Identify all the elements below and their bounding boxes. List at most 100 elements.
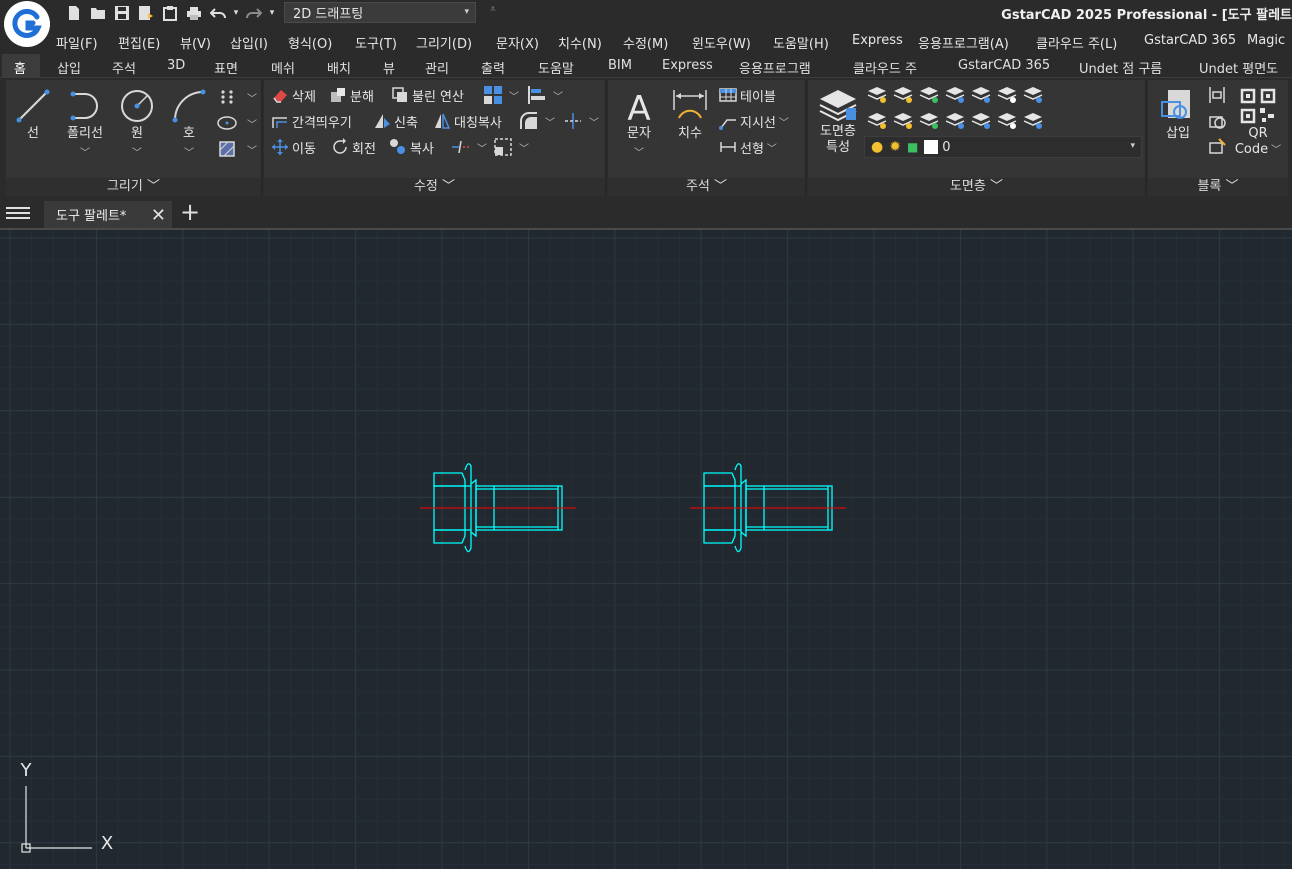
tab-undet-floor-plan[interactable]: Undet 평면도 bbox=[1199, 58, 1278, 77]
chevron-down-icon[interactable]: ﹀ bbox=[247, 116, 257, 131]
tab-undet-point-cloud[interactable]: Undet 점 구름 bbox=[1079, 58, 1162, 77]
bolt-2-hex-top[interactable] bbox=[703, 472, 736, 487]
menu-express[interactable]: Express bbox=[852, 33, 903, 48]
save-as-icon[interactable] bbox=[134, 2, 158, 24]
chevron-down-icon[interactable]: ﹀ bbox=[779, 114, 789, 129]
block-edit-icon[interactable] bbox=[1206, 110, 1228, 132]
tab-document[interactable]: 도구 팔레트* ✕ bbox=[44, 201, 172, 228]
arc-button[interactable]: 호 ﹀ bbox=[168, 86, 210, 159]
menu-help[interactable]: 도움말(H) bbox=[773, 33, 829, 52]
lightbulb-icon[interactable]: ● bbox=[871, 139, 883, 155]
panel-annotation-title[interactable]: 주석 ﹀ bbox=[608, 178, 805, 196]
workspace-select[interactable]: 2D 드래프팅 ▾ bbox=[284, 2, 476, 23]
chevron-down-icon[interactable]: ﹀ bbox=[116, 144, 158, 159]
undo-icon[interactable] bbox=[206, 2, 230, 24]
layer-thaw-icon[interactable] bbox=[892, 110, 914, 132]
layer-lock-icon[interactable] bbox=[918, 110, 940, 132]
chevron-down-icon[interactable]: ﹀ bbox=[589, 114, 599, 129]
panel-modify-title[interactable]: 수정 ﹀ bbox=[264, 178, 605, 196]
layer-state-icon[interactable] bbox=[1022, 110, 1044, 132]
publish-icon[interactable] bbox=[158, 2, 182, 24]
print-icon[interactable] bbox=[182, 2, 206, 24]
menu-gstarcad365[interactable]: GstarCAD 365 bbox=[1144, 33, 1236, 48]
unlock-icon[interactable]: ■ bbox=[907, 140, 918, 154]
drawing-area[interactable]: Y X bbox=[0, 230, 1292, 869]
redo-dropdown-icon[interactable]: ▾ bbox=[266, 2, 278, 24]
table-button[interactable]: 테이블 bbox=[718, 84, 776, 106]
tab-view[interactable]: 뷰 bbox=[383, 58, 395, 77]
chevron-down-icon[interactable]: ﹀ bbox=[545, 114, 555, 129]
layer-delete-icon[interactable] bbox=[996, 110, 1018, 132]
menu-format[interactable]: 형식(O) bbox=[288, 33, 332, 52]
chevron-down-icon[interactable]: ﹀ bbox=[614, 144, 664, 159]
layer-isolate-icon[interactable] bbox=[892, 84, 914, 106]
chevron-down-icon[interactable]: ﹀ bbox=[519, 140, 529, 155]
tab-manage[interactable]: 관리 bbox=[425, 58, 449, 77]
menu-tools[interactable]: 도구(T) bbox=[355, 33, 397, 52]
rotate-button[interactable]: 회전 bbox=[330, 136, 376, 158]
insert-block-button[interactable]: 삽입 bbox=[1156, 86, 1200, 142]
add-tab-icon[interactable]: + bbox=[180, 198, 200, 226]
tab-home[interactable]: 홈 bbox=[14, 58, 26, 77]
layer-select[interactable]: ● ✹ ■ 0 ▾ bbox=[864, 136, 1142, 158]
tab-help[interactable]: 도움말 bbox=[538, 58, 574, 77]
break-icon[interactable] bbox=[450, 136, 472, 158]
bolt-1-hex-top[interactable] bbox=[433, 472, 466, 487]
chevron-down-icon[interactable]: ﹀ bbox=[553, 88, 563, 103]
leader-button[interactable]: 지시선 ﹀ bbox=[718, 110, 789, 132]
hatch-icon[interactable] bbox=[216, 138, 238, 160]
save-icon[interactable] bbox=[110, 2, 134, 24]
layer-off-icon[interactable] bbox=[866, 110, 888, 132]
menu-modify[interactable]: 수정(M) bbox=[623, 33, 668, 52]
chevron-down-icon[interactable]: ﹀ bbox=[509, 88, 519, 103]
line-button[interactable]: 선 bbox=[12, 86, 54, 142]
panel-block-title[interactable]: 블록 ﹀ bbox=[1148, 178, 1288, 196]
bolt-2-hex-bottom[interactable] bbox=[703, 529, 736, 544]
text-button[interactable]: A 문자 ﹀ bbox=[614, 86, 664, 159]
menu-view[interactable]: 뷰(V) bbox=[180, 33, 211, 52]
tab-insert[interactable]: 삽입 bbox=[57, 58, 81, 77]
tab-applications[interactable]: 응용프로그램 bbox=[739, 58, 811, 77]
tab-express[interactable]: Express bbox=[662, 58, 713, 73]
layer-current-icon[interactable] bbox=[970, 84, 992, 106]
chevron-down-icon[interactable]: ﹀ bbox=[247, 90, 257, 105]
drawing-canvas[interactable]: Y X bbox=[0, 230, 1292, 869]
scale-icon[interactable] bbox=[492, 136, 514, 158]
tab-cloud[interactable]: 클라우드 주 bbox=[853, 58, 917, 77]
stretch-button[interactable]: 신축 bbox=[372, 110, 418, 132]
copy-button[interactable]: 복사 bbox=[388, 136, 434, 158]
menu-draw[interactable]: 그리기(D) bbox=[416, 33, 472, 52]
layer-previous-icon[interactable] bbox=[866, 84, 888, 106]
tab-output[interactable]: 출력 bbox=[481, 58, 505, 77]
tab-gstarcad365[interactable]: GstarCAD 365 bbox=[958, 58, 1050, 73]
menu-magic[interactable]: Magic bbox=[1247, 33, 1285, 48]
tab-3d[interactable]: 3D bbox=[167, 58, 185, 73]
layer-freeze-icon[interactable] bbox=[944, 84, 966, 106]
menu-dimension[interactable]: 치수(N) bbox=[558, 33, 602, 52]
open-icon[interactable] bbox=[86, 2, 110, 24]
hamburger-menu-icon[interactable] bbox=[6, 204, 30, 222]
tab-annotate[interactable]: 주석 bbox=[112, 58, 136, 77]
bolt-1-hex-bottom[interactable] bbox=[433, 529, 466, 544]
menu-text[interactable]: 문자(X) bbox=[496, 33, 539, 52]
layer-unisolate-icon[interactable] bbox=[918, 84, 940, 106]
panel-layers-title[interactable]: 도면층 ﹀ bbox=[808, 178, 1145, 196]
chevron-down-icon[interactable]: ﹀ bbox=[477, 140, 487, 155]
tab-layout[interactable]: 배치 bbox=[327, 58, 351, 77]
polyline-button[interactable]: 폴리선 ﹀ bbox=[60, 86, 110, 159]
tab-bim[interactable]: BIM bbox=[608, 58, 632, 73]
block-attribute-icon[interactable] bbox=[1206, 84, 1228, 106]
array-icon[interactable] bbox=[482, 84, 504, 106]
mirror-button[interactable]: 대칭복사 bbox=[432, 110, 502, 132]
explode-button[interactable]: 분해 bbox=[328, 84, 374, 106]
boolean-button[interactable]: 불린 연산 bbox=[390, 84, 464, 106]
erase-button[interactable]: 삭제 bbox=[270, 84, 316, 106]
layer-walk-icon[interactable] bbox=[1022, 84, 1044, 106]
align-icon[interactable] bbox=[526, 84, 548, 106]
trim-icon[interactable] bbox=[562, 110, 584, 132]
chevron-down-icon[interactable]: ﹀ bbox=[767, 140, 777, 155]
point-icon[interactable] bbox=[216, 86, 238, 108]
layer-properties-button[interactable]: 도면층 특성 bbox=[812, 84, 864, 156]
chevron-down-icon[interactable]: ﹀ bbox=[1271, 145, 1281, 156]
qr-code-button[interactable]: QR Code ﹀ bbox=[1234, 86, 1282, 159]
